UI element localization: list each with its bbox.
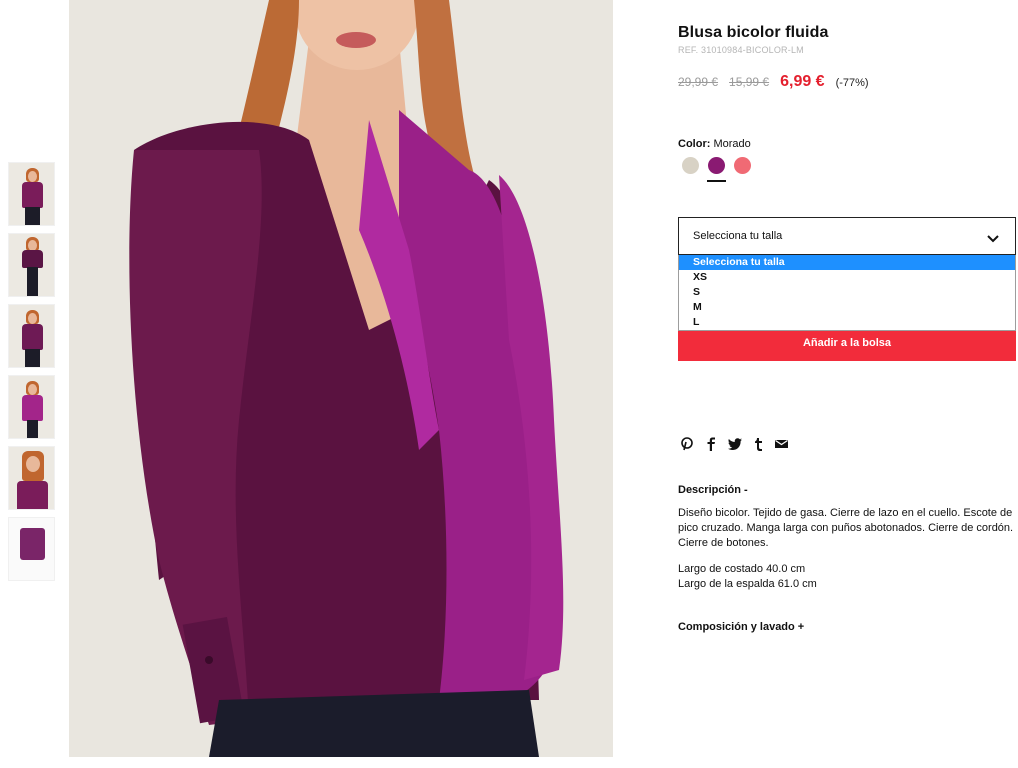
description-toggle[interactable]: Descripción - [678, 484, 748, 496]
size-option-xs[interactable]: XS [679, 270, 1015, 285]
product-main-image [69, 0, 613, 757]
color-label-value: Morado [713, 138, 751, 150]
twitter-icon[interactable] [728, 438, 742, 450]
color-swatches [682, 157, 760, 182]
price-original: 29,99 € [678, 75, 719, 89]
price-current: 6,99 € [780, 73, 825, 90]
size-option-m[interactable]: M [679, 300, 1015, 315]
pinterest-icon[interactable] [680, 437, 694, 451]
product-ref: REF. 31010984-BICOLOR-LM [678, 45, 804, 55]
length-back: Largo de la espalda 61.0 cm [678, 578, 817, 590]
price-row: 29,99 € 15,99 € 6,99 € (-77%) [678, 73, 869, 91]
length-side: Largo de costado 40.0 cm [678, 563, 806, 575]
color-label-title: Color: [678, 138, 711, 150]
color-swatch-morado[interactable] [707, 157, 726, 182]
size-option[interactable]: Selecciona tu talla [679, 255, 1015, 270]
product-title: Blusa bicolor fluida [678, 24, 829, 41]
thumbnail-3[interactable] [8, 304, 55, 368]
thumbnail-2[interactable] [8, 233, 55, 297]
color-swatch-coral[interactable] [734, 157, 751, 174]
color-label: Color: Morado [678, 138, 751, 150]
price-previous: 15,99 € [729, 75, 770, 89]
size-option-s[interactable]: S [679, 285, 1015, 300]
thumbnail-6[interactable] [8, 517, 55, 581]
thumbnail-list [8, 162, 55, 588]
size-dropdown: Selecciona tu talla XS S M L [678, 255, 1016, 331]
dimensions: Largo de costado 40.0 cm Largo de la esp… [678, 562, 817, 592]
add-to-bag-label: Añadir a la bolsa [802, 337, 892, 349]
tumblr-icon[interactable] [754, 437, 763, 451]
add-to-bag-button[interactable]: Añadir a la bolsa [678, 329, 1016, 361]
facebook-icon[interactable] [706, 437, 716, 451]
composition-toggle[interactable]: Composición y lavado + [678, 621, 804, 633]
color-swatch-beige[interactable] [682, 157, 699, 174]
size-option-l[interactable]: L [679, 315, 1015, 330]
share-icons [680, 437, 800, 451]
email-icon[interactable] [775, 439, 788, 449]
chevron-down-icon [987, 231, 999, 249]
size-select-value: Selecciona tu talla [693, 230, 783, 242]
discount-label: (-77%) [835, 77, 869, 89]
selected-swatch-indicator [707, 180, 726, 182]
thumbnail-1[interactable] [8, 162, 55, 226]
size-select[interactable]: Selecciona tu talla [678, 217, 1016, 255]
thumbnail-5[interactable] [8, 446, 55, 510]
description-text: Diseño bicolor. Tejido de gasa. Cierre d… [678, 507, 1014, 549]
thumbnail-4[interactable] [8, 375, 55, 439]
